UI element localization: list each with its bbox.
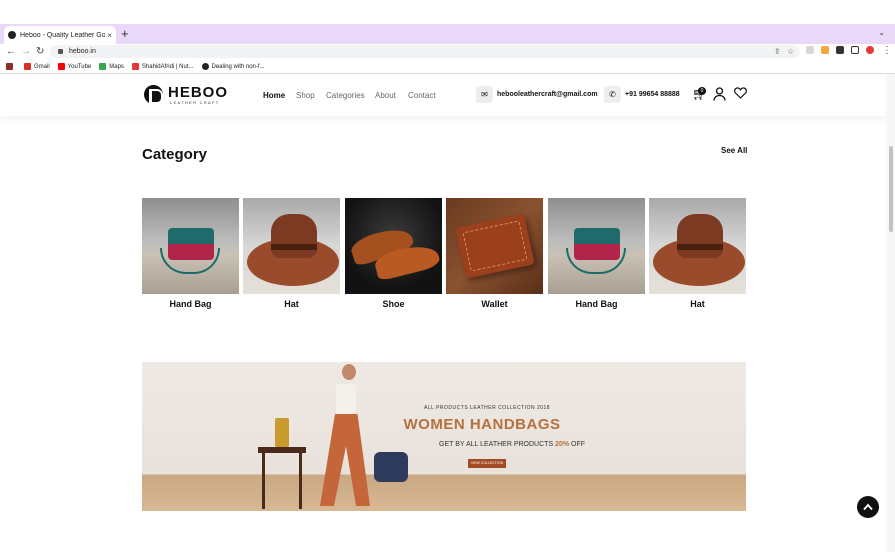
lantern-decor [275, 418, 289, 447]
heart-icon[interactable] [734, 87, 747, 102]
nav-categories[interactable]: Categories [326, 91, 365, 100]
forward-arrow-icon[interactable]: → [21, 45, 31, 59]
banner-discount: 20% [555, 441, 570, 448]
cart-count-badge: 0 [698, 87, 706, 95]
bookmark-item[interactable] [6, 63, 16, 70]
category-label: Hand Bag [575, 299, 618, 309]
user-icon[interactable] [713, 87, 726, 104]
bookmark-item[interactable]: Dealing with non-f... [201, 63, 265, 70]
category-card-hat[interactable]: Hat [243, 198, 340, 309]
nav-home[interactable]: Home [263, 91, 285, 100]
back-arrow-icon[interactable]: ← [6, 45, 16, 59]
model-figure [320, 414, 370, 506]
extension-icon[interactable] [806, 46, 814, 54]
youtube-icon [57, 63, 65, 70]
browser-tabstrip: Heboo - Quality Leather Goods × + ⌄ [0, 24, 895, 44]
bookmark-icon [131, 63, 139, 70]
category-card-wallet[interactable]: Wallet [446, 198, 543, 309]
handbag-image [548, 198, 645, 294]
logo-name[interactable]: HEBOO [168, 84, 228, 101]
banner-sub-suffix: OFF [571, 441, 586, 448]
contact-email[interactable]: hebooleathercraft@gmail.com [497, 91, 598, 98]
see-all-link[interactable]: See All [721, 146, 747, 155]
table-leg [299, 453, 302, 509]
table-leg [262, 453, 265, 509]
bookmarks-bar: Gmail YouTube Maps ShahidAfridi | Nut...… [0, 60, 895, 74]
bookmark-gmail[interactable]: Gmail [24, 63, 50, 70]
browser-toolbar: ← → ↻ heboo.in ⇪ ☆ ⋮ [0, 44, 895, 60]
category-label: Wallet [481, 299, 508, 309]
nav-contact[interactable]: Contact [408, 91, 436, 100]
nav-shop[interactable]: Shop [296, 91, 315, 100]
mail-icon: ✉ [476, 86, 493, 103]
reload-icon[interactable]: ↻ [36, 45, 44, 59]
sidebar-icon[interactable] [851, 46, 859, 54]
banner-sub-prefix: GET BY ALL LEATHER PRODUCTS [439, 441, 554, 448]
phone-icon: ✆ [604, 86, 621, 103]
url-text: heboo.in [69, 48, 96, 55]
tab-title: Heboo - Quality Leather Goods [20, 31, 106, 39]
address-bar[interactable]: heboo.in [50, 45, 800, 58]
maps-icon [99, 63, 107, 70]
github-icon [201, 63, 209, 70]
gmail-icon [24, 63, 31, 70]
browser-menu-icon[interactable]: ⋮ [882, 44, 892, 58]
shoe-image [345, 198, 442, 294]
category-card-handbag[interactable]: Hand Bag [548, 198, 645, 309]
tab-close-icon[interactable]: × [107, 31, 112, 40]
bookmark-star-icon[interactable]: ☆ [787, 47, 795, 56]
handbag-image [142, 198, 239, 294]
contact-phone[interactable]: +91 99654 88888 [625, 91, 680, 98]
site-favicon-icon [8, 31, 16, 39]
banner-subtext: GET BY ALL LEATHER PRODUCTS 20% OFF [439, 441, 585, 448]
scrollbar-thumb[interactable] [889, 146, 893, 232]
extensions-puzzle-icon[interactable] [836, 46, 844, 54]
bookmark-item[interactable]: ShahidAfridi | Nut... [131, 63, 194, 70]
bookmark-maps[interactable]: Maps [99, 63, 124, 70]
banner-headline: WOMEN HANDBAGS [403, 416, 561, 433]
women-handbags-banner[interactable]: ALL PRODUCTS LEATHER COLLECTION 2018 WOM… [142, 362, 746, 511]
share-icon[interactable]: ⇪ [774, 47, 782, 56]
hat-image [243, 198, 340, 294]
view-collection-button[interactable]: VIEW COLLECTION [468, 459, 506, 468]
category-label: Hat [690, 299, 705, 309]
nav-about[interactable]: About [375, 91, 396, 100]
wallet-image [446, 198, 543, 294]
category-label: Hand Bag [169, 299, 212, 309]
category-label: Hat [284, 299, 299, 309]
bookmark-icon [6, 63, 13, 70]
browser-tab[interactable]: Heboo - Quality Leather Goods × [4, 26, 116, 44]
profile-avatar[interactable] [866, 46, 874, 54]
handbag-image [374, 452, 408, 482]
model-figure [336, 384, 356, 414]
bookmark-youtube[interactable]: YouTube [57, 63, 91, 70]
lock-icon [58, 49, 63, 54]
new-tab-button[interactable]: + [121, 26, 129, 42]
category-section-title: Category [142, 146, 208, 163]
category-card-shoe[interactable]: Shoe [345, 198, 442, 309]
heboo-logo-icon[interactable] [144, 85, 163, 104]
extension-icon[interactable] [821, 46, 829, 54]
category-card-hat[interactable]: Hat [649, 198, 746, 309]
category-label: Shoe [382, 299, 405, 309]
chevron-up-icon [863, 503, 873, 511]
model-figure [342, 364, 356, 380]
scroll-to-top-button[interactable] [857, 496, 879, 518]
logo-tagline: LEATHER CRAFT [170, 100, 220, 105]
hat-image [649, 198, 746, 294]
banner-eyebrow: ALL PRODUCTS LEATHER COLLECTION 2018 [424, 405, 551, 411]
tab-search-icon[interactable]: ⌄ [878, 28, 885, 37]
category-card-handbag[interactable]: Hand Bag [142, 198, 239, 309]
site-header: HEBOO LEATHER CRAFT Home Shop Categories… [0, 74, 886, 116]
